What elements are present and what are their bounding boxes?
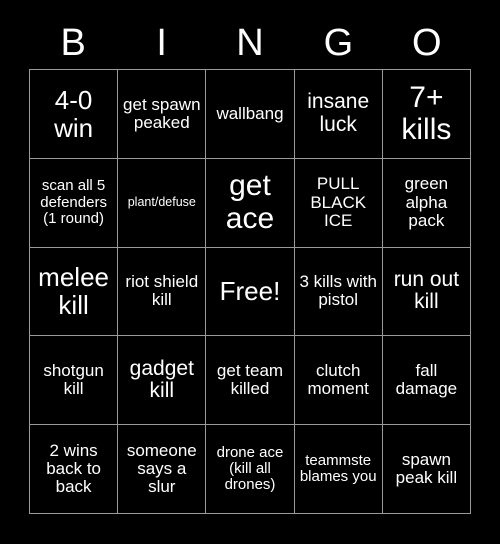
bingo-header: B I N G O: [29, 18, 471, 68]
bingo-cell[interactable]: get spawn peaked: [118, 70, 206, 158]
header-letter-g: G: [323, 22, 354, 64]
header-letter-b: B: [60, 22, 86, 64]
bingo-cell[interactable]: fall damage: [382, 336, 470, 425]
bingo-cell[interactable]: someone says a slur: [118, 425, 206, 513]
bingo-cell[interactable]: 2 wins back to back: [30, 425, 118, 513]
bingo-cell[interactable]: teammste blames you: [294, 425, 382, 513]
bingo-cell[interactable]: shotgun kill: [30, 336, 118, 425]
bingo-cell[interactable]: plant/defuse: [118, 158, 206, 247]
header-letter-i: I: [156, 22, 167, 64]
bingo-cell[interactable]: gadget kill: [118, 336, 206, 425]
bingo-cell[interactable]: PULL BLACK ICE: [294, 158, 382, 247]
bingo-cell[interactable]: wallbang: [206, 70, 294, 158]
bingo-cell[interactable]: riot shield kill: [118, 247, 206, 336]
bingo-cell[interactable]: 4-0 win: [30, 70, 118, 158]
bingo-cell[interactable]: get ace: [206, 158, 294, 247]
bingo-grid: 4-0 win get spawn peaked wallbang insane…: [29, 69, 471, 514]
bingo-card: B I N G O 4-0 win get spawn peaked wallb…: [0, 0, 500, 544]
bingo-cell[interactable]: melee kill: [30, 247, 118, 336]
bingo-cell[interactable]: get team killed: [206, 336, 294, 425]
bingo-cell[interactable]: 7+ kills: [382, 70, 470, 158]
bingo-cell[interactable]: clutch moment: [294, 336, 382, 425]
bingo-cell[interactable]: green alpha pack: [382, 158, 470, 247]
bingo-cell[interactable]: insane luck: [294, 70, 382, 158]
bingo-cell[interactable]: scan all 5 defenders (1 round): [30, 158, 118, 247]
bingo-cell[interactable]: drone ace (kill all drones): [206, 425, 294, 513]
bingo-cell[interactable]: run out kill: [382, 247, 470, 336]
bingo-cell[interactable]: spawn peak kill: [382, 425, 470, 513]
bingo-cell[interactable]: 3 kills with pistol: [294, 247, 382, 336]
header-letter-n: N: [236, 22, 264, 64]
header-letter-o: O: [412, 22, 442, 64]
bingo-cell-free-space[interactable]: Free!: [206, 247, 294, 336]
